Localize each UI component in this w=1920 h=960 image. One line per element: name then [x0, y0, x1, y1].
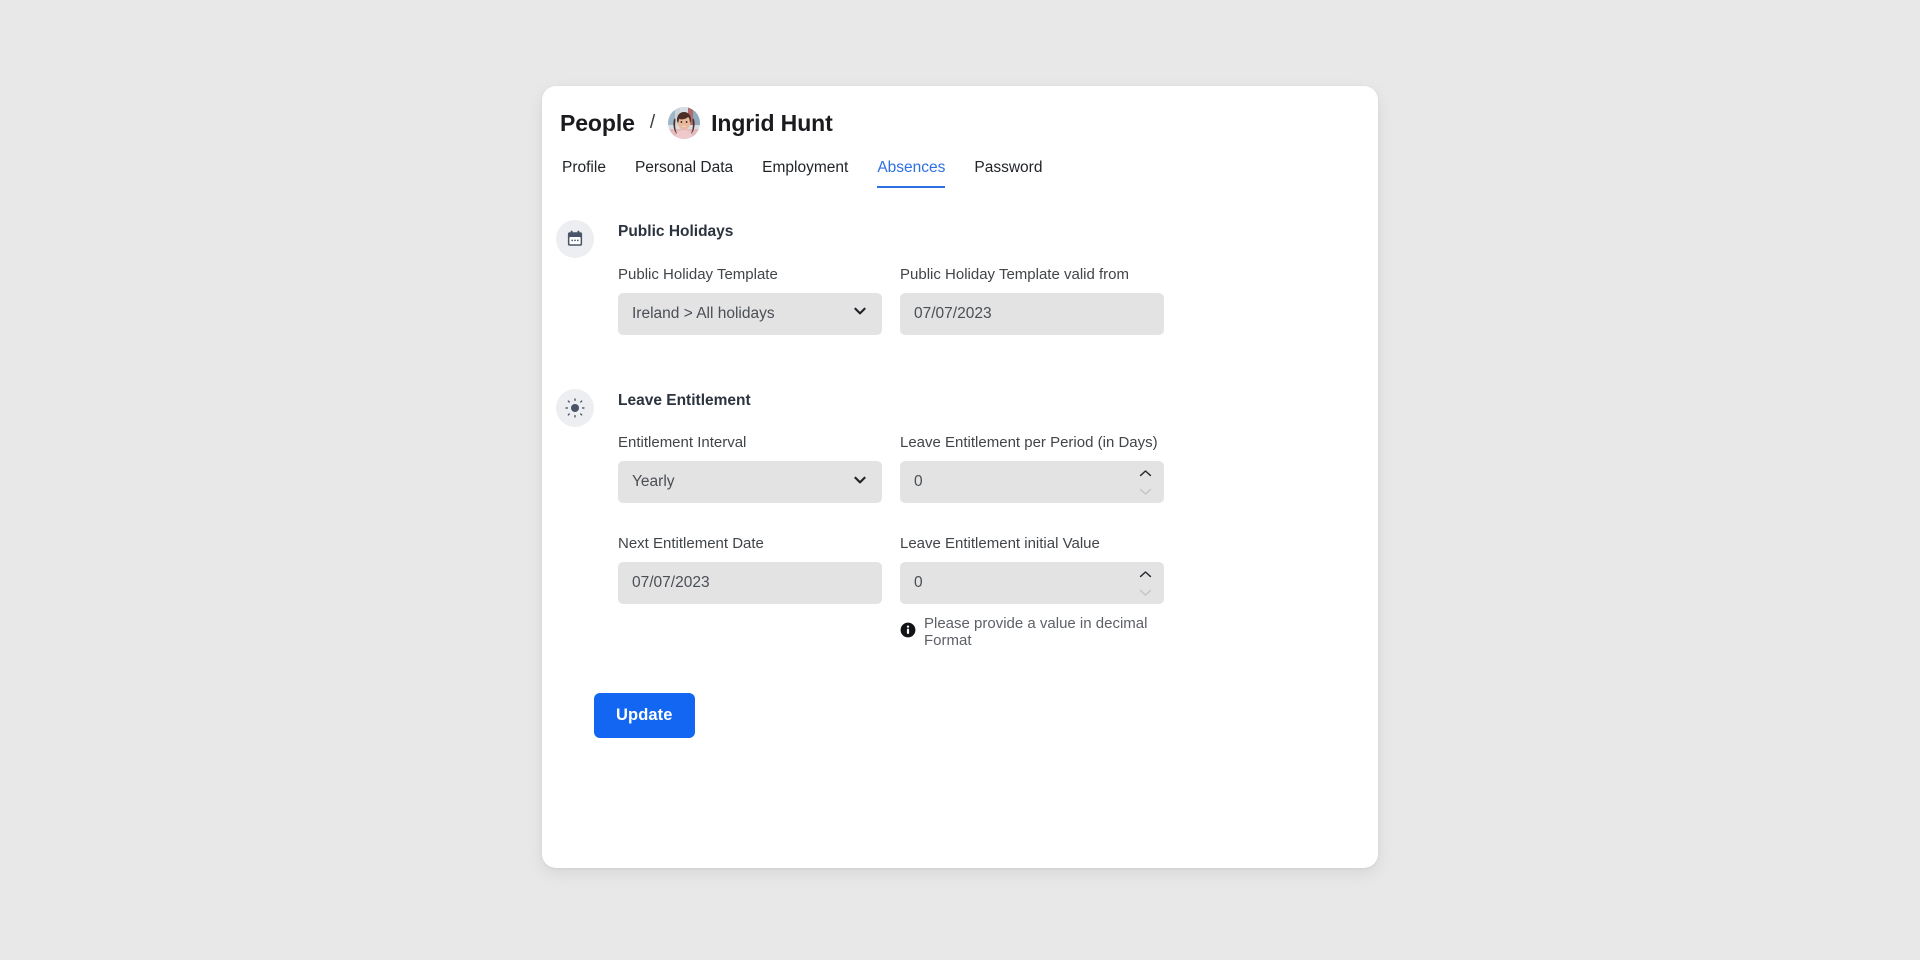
breadcrumb-person-name: Ingrid Hunt: [711, 110, 833, 137]
field-public-holiday-template: Public Holiday Template Ireland > All ho…: [618, 266, 882, 335]
public-holiday-valid-from-value: 07/07/2023: [914, 305, 1150, 323]
label-leave-entitlement-initial-value: Leave Entitlement initial Value: [900, 535, 1164, 553]
public-holidays-fields: Public Holiday Template Ireland > All ho…: [618, 266, 1378, 335]
field-leave-entitlement-per-period: Leave Entitlement per Period (in Days) 0: [900, 434, 1164, 503]
tab-password[interactable]: Password: [974, 159, 1042, 188]
next-entitlement-date-input[interactable]: 07/07/2023: [618, 562, 882, 604]
tab-personal-data[interactable]: Personal Data: [635, 159, 733, 188]
tab-profile[interactable]: Profile: [562, 159, 606, 188]
public-holiday-template-select[interactable]: Ireland > All holidays: [618, 293, 882, 335]
public-holidays-body: Public Holidays Public Holiday Template …: [618, 218, 1378, 335]
info-icon: [900, 622, 916, 643]
section-public-holidays: Public Holidays Public Holiday Template …: [542, 218, 1378, 335]
breadcrumb-separator: /: [650, 112, 655, 134]
entitlement-interval-value: Yearly: [632, 473, 844, 491]
stepper-increment-icon[interactable]: [1139, 466, 1152, 480]
leave-entitlement-per-period-value: 0: [914, 473, 1150, 491]
decimal-format-hint: Please provide a value in decimal Format: [900, 615, 1164, 649]
label-next-entitlement-date: Next Entitlement Date: [618, 535, 882, 553]
chevron-down-icon: [852, 472, 868, 493]
tab-employment[interactable]: Employment: [762, 159, 848, 188]
leave-entitlement-body: Leave Entitlement Entitlement Interval Y…: [618, 387, 1378, 650]
number-stepper: [1136, 461, 1154, 503]
chevron-down-icon: [852, 303, 868, 324]
label-entitlement-interval: Entitlement Interval: [618, 434, 882, 452]
field-next-entitlement-date: Next Entitlement Date 07/07/2023: [618, 535, 882, 649]
tab-absences[interactable]: Absences: [877, 159, 945, 188]
field-leave-entitlement-initial-value: Leave Entitlement initial Value 0: [900, 535, 1164, 649]
section-title-public-holidays: Public Holidays: [618, 224, 1378, 240]
field-public-holiday-valid-from: Public Holiday Template valid from 07/07…: [900, 266, 1164, 335]
field-entitlement-interval: Entitlement Interval Yearly: [618, 434, 882, 503]
stepper-increment-icon[interactable]: [1139, 567, 1152, 581]
absences-card: People /: [542, 86, 1378, 868]
sun-icon: [556, 389, 594, 427]
stepper-decrement-icon[interactable]: [1139, 585, 1152, 599]
update-button[interactable]: Update: [594, 693, 695, 738]
tab-bar: Profile Personal Data Employment Absence…: [542, 154, 1378, 188]
section-leave-entitlement: Leave Entitlement Entitlement Interval Y…: [542, 387, 1378, 650]
section-title-leave-entitlement: Leave Entitlement: [618, 393, 1378, 409]
calendar-icon: [556, 220, 594, 258]
avatar: [668, 107, 700, 139]
leave-entitlement-fields-row-2: Next Entitlement Date 07/07/2023 Leave E…: [618, 535, 1378, 649]
decimal-format-hint-text: Please provide a value in decimal Format: [924, 615, 1164, 649]
entitlement-interval-select[interactable]: Yearly: [618, 461, 882, 503]
public-holiday-valid-from-input[interactable]: 07/07/2023: [900, 293, 1164, 335]
stepper-decrement-icon[interactable]: [1139, 484, 1152, 498]
form-actions: Update: [542, 693, 1378, 738]
label-public-holiday-valid-from: Public Holiday Template valid from: [900, 266, 1164, 284]
leave-entitlement-fields-row-1: Entitlement Interval Yearly Leave Entitl…: [618, 434, 1378, 503]
breadcrumb: People /: [542, 86, 1378, 138]
page-background: People /: [0, 0, 1920, 960]
public-holiday-template-value: Ireland > All holidays: [632, 305, 844, 323]
leave-entitlement-initial-value: 0: [914, 574, 1150, 592]
label-leave-entitlement-per-period: Leave Entitlement per Period (in Days): [900, 434, 1164, 452]
breadcrumb-root-link[interactable]: People: [560, 110, 635, 137]
number-stepper: [1136, 562, 1154, 604]
label-public-holiday-template: Public Holiday Template: [618, 266, 882, 284]
next-entitlement-date-value: 07/07/2023: [632, 574, 868, 592]
leave-entitlement-per-period-input[interactable]: 0: [900, 461, 1164, 503]
leave-entitlement-initial-value-input[interactable]: 0: [900, 562, 1164, 604]
